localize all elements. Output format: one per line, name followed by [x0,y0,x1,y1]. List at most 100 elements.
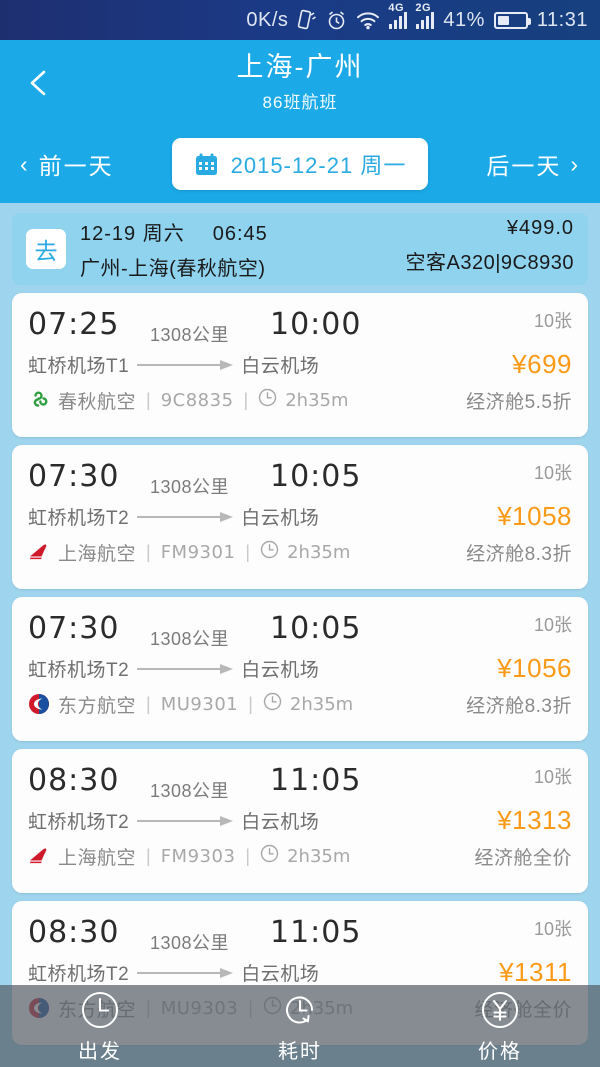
flight-price: ¥1056 [497,652,572,683]
flight-duration: 2h35m [287,541,351,563]
divider: | [243,389,249,410]
prev-day-label: 前一天 [38,153,114,179]
divider: | [146,693,151,714]
shanghai-airlines-logo [28,541,50,563]
arrive-airport: 白云机场 [241,963,320,985]
flight-number: 9C8835 [160,389,234,411]
arrive-airport: 白云机场 [241,659,320,681]
flight-distance: 1308公里 [150,325,230,345]
arrive-airport: 白云机场 [241,507,320,529]
back-button[interactable] [18,63,58,103]
route-arrow-icon [137,663,234,674]
flight-duration: 2h35m [287,845,351,867]
sort-price-label: 价格 [478,1040,522,1063]
outbound-datetime: 12-19 周六 06:45 [80,217,296,246]
duration-refresh-icon [279,989,321,1031]
shanghai-airlines-logo [28,845,50,867]
chevron-left-icon [30,70,46,95]
outbound-aircraft: 空客A320|9C8930 [405,252,574,274]
arrive-time: 11:05 [270,915,362,950]
arrive-time: 11:05 [270,763,362,798]
flight-card[interactable]: 07:30 1308公里 10:05 虹桥机场T2 白云机场 东方航空 | MU9301 | 2h… [12,597,588,741]
cabin-class: 经济舱8.3折 [466,695,572,717]
signal-4g-icon: 4G [388,2,408,29]
seats-remaining: 10张 [533,615,572,635]
flight-distance: 1308公里 [150,629,230,649]
cabin-class: 经济舱8.3折 [466,543,572,565]
chevron-right-icon: › [570,150,580,177]
arrive-time: 10:05 [270,459,362,494]
sort-by-duration[interactable]: 耗时 [200,989,400,1064]
sort-departure-label: 出发 [78,1040,122,1063]
cabin-class: 经济舱5.5折 [466,391,572,413]
chevron-left-icon: ‹ [20,150,30,177]
current-date-label: 2015-12-21 周一 [230,153,407,178]
battery-icon [493,11,531,29]
flight-count-subtitle: 86班航班 [262,92,338,112]
calendar-icon [194,152,219,177]
route-arrow-icon [137,967,234,978]
flight-price: ¥1313 [497,804,572,835]
flight-distance: 1308公里 [150,781,230,801]
next-day-button[interactable]: 后一天 › [486,147,580,181]
flight-number: MU9301 [160,693,239,715]
yuan-circle-icon [479,989,521,1031]
airline-name: 春秋航空 [58,391,137,413]
airline-name: 东方航空 [58,695,137,717]
route-arrow-icon [137,511,234,522]
depart-time: 08:30 [28,915,120,950]
sort-by-price[interactable]: 价格 [400,989,600,1064]
clock: 11:31 [536,8,588,31]
depart-time: 07:30 [28,459,120,494]
cabin-class: 经济舱全价 [474,847,572,869]
signal-2g-label: 2G [415,1,432,14]
status-bar: 0K/s 4G 2G 41% 11:31 [0,0,600,40]
clock-icon [79,989,121,1031]
flight-price: ¥1058 [497,500,572,531]
flight-card[interactable]: 07:25 1308公里 10:00 虹桥机场T1 白云机场 春秋航空 | 9C8835 | 2h… [12,293,588,437]
flight-card[interactable]: 07:30 1308公里 10:05 虹桥机场T2 白云机场 上海航空 | FM9301 | 2h… [12,445,588,589]
flight-price: ¥1311 [499,956,572,987]
clock-icon [260,844,279,868]
spring-airlines-logo [28,389,50,411]
flight-distance: 1308公里 [150,477,230,497]
network-speed: 0K/s [246,8,289,31]
arrive-time: 10:00 [270,307,362,342]
seats-remaining: 10张 [533,311,572,331]
app-header: 上海-广州 86班航班 [0,40,600,125]
date-picker-button[interactable]: 2015-12-21 周一 [171,138,429,190]
sort-by-departure[interactable]: 出发 [0,989,200,1064]
outbound-badge: 去 [26,229,66,269]
outbound-time: 06:45 [212,223,268,245]
flight-number: FM9303 [160,845,236,867]
prev-day-button[interactable]: ‹ 前一天 [20,147,114,181]
clock-icon [258,388,277,412]
depart-airport: 虹桥机场T2 [28,507,130,529]
wifi-icon [356,11,380,30]
route-arrow-icon [137,815,234,826]
seats-remaining: 10张 [533,463,572,483]
flight-card[interactable]: 08:30 1308公里 11:05 虹桥机场T2 白云机场 上海航空 | FM9303 | 2h… [12,749,588,893]
divider: | [248,693,253,714]
depart-time: 08:30 [28,763,120,798]
depart-airport: 虹桥机场T2 [28,811,130,833]
flight-number: FM9301 [160,541,236,563]
arrive-airport: 白云机场 [241,811,320,833]
arrive-airport: 白云机场 [241,355,320,377]
alarm-icon [326,10,347,31]
depart-time: 07:25 [28,307,120,342]
outbound-summary-card[interactable]: 去 12-19 周六 06:45 广州-上海(春秋航空) ¥499.0 空客A32… [12,213,588,285]
flight-list: 07:25 1308公里 10:00 虹桥机场T1 白云机场 春秋航空 | 9C8835 | 2h… [0,285,600,1045]
divider: | [146,389,151,410]
next-day-label: 后一天 [486,153,562,179]
airline-name: 上海航空 [58,543,137,565]
depart-time: 07:30 [28,611,120,646]
clock-icon [260,540,279,564]
depart-airport: 虹桥机场T2 [28,963,130,985]
date-nav-bar: ‹ 前一天 2015-12-21 周一 后一天 › [0,125,600,203]
divider: | [245,845,251,866]
battery-percent: 41% [443,8,485,31]
airline-name: 上海航空 [58,847,137,869]
sort-duration-label: 耗时 [278,1040,322,1063]
flight-price: ¥699 [512,348,572,379]
